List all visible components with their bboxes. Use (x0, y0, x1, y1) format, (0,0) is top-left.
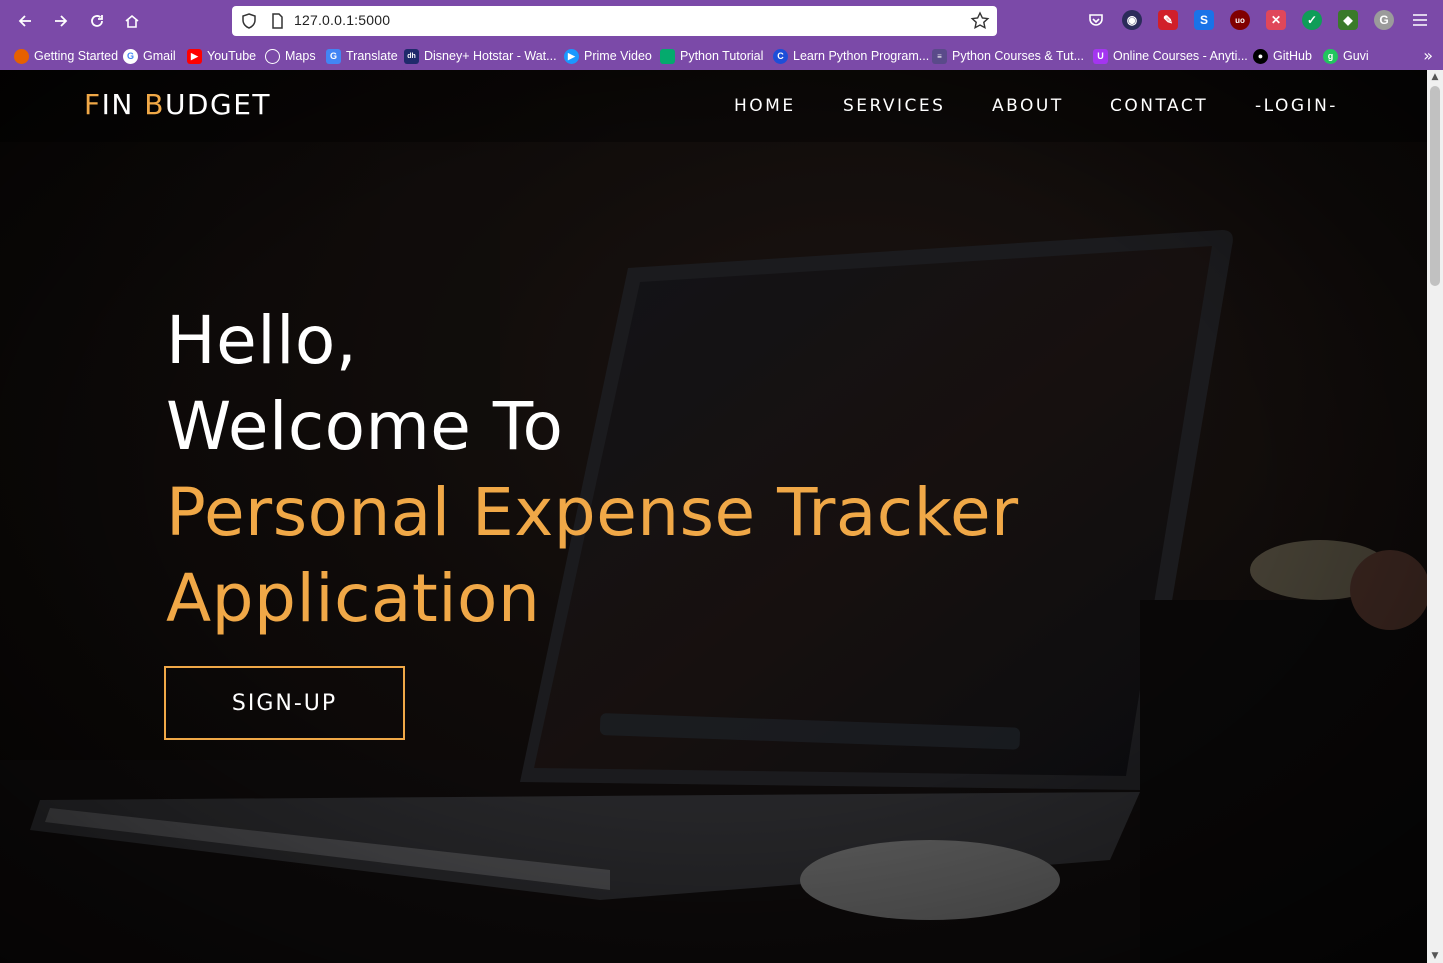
hero-line-application: Application (166, 560, 541, 637)
bookmark-guvi[interactable]: g Guvi (1323, 46, 1369, 66)
bookmarks-overflow-icon[interactable]: » (1423, 46, 1433, 65)
hero-line-hello: Hello, (166, 302, 358, 379)
url-text[interactable]: 127.0.0.1:5000 (294, 12, 390, 28)
address-bar[interactable]: 127.0.0.1:5000 (232, 6, 997, 36)
forward-icon[interactable] (48, 8, 74, 34)
extension-shield-icon[interactable]: ✓ (1302, 10, 1322, 30)
hero-line-welcome: Welcome To (166, 388, 564, 465)
bookmark-label: Disney+ Hotstar - Wat... (424, 49, 557, 63)
signup-button[interactable]: SIGN-UP (164, 666, 405, 740)
logo-letter-f: F (84, 88, 102, 121)
bookmark-label: Gmail (143, 49, 176, 63)
reload-icon[interactable] (84, 8, 110, 34)
firefox-icon (14, 48, 29, 64)
bookmark-python-tutorial[interactable]: Python Tutorial (660, 46, 763, 66)
nav-contact[interactable]: CONTACT (1110, 96, 1208, 116)
bookmarks-bar: Getting Started G Gmail ▶ YouTube Maps G Tr… (0, 42, 1443, 70)
bookmark-python-courses[interactable]: ≡ Python Courses & Tut... (932, 46, 1084, 66)
bookmark-gmail[interactable]: G Gmail (123, 46, 176, 66)
bookmark-hotstar[interactable]: dh Disney+ Hotstar - Wat... (404, 46, 557, 66)
bookmark-translate[interactable]: G Translate (326, 46, 398, 66)
extension-spy-icon[interactable]: ◉ (1122, 10, 1142, 30)
udemy-icon: U (1093, 48, 1108, 64)
bookmark-label: Learn Python Program... (793, 49, 930, 63)
bookmark-label: Getting Started (34, 49, 119, 63)
back-icon[interactable] (12, 8, 38, 34)
shield-icon[interactable] (240, 12, 258, 30)
pocket-icon[interactable] (1086, 10, 1106, 30)
extension-g-icon[interactable]: G (1374, 10, 1394, 30)
extension-x-icon[interactable]: ✕ (1266, 10, 1286, 30)
bookmark-github[interactable]: ● GitHub (1253, 46, 1312, 66)
translate-icon: G (326, 48, 341, 64)
hero-heading: Hello, Welcome To Personal Expense Track… (166, 298, 1019, 642)
bookmark-learn-python[interactable]: C Learn Python Program... (773, 46, 929, 66)
nav-login[interactable]: -LOGIN- (1255, 96, 1338, 116)
bookmark-star-icon[interactable] (969, 10, 991, 32)
logo-text-fin: IN (101, 88, 145, 121)
bookmark-maps[interactable]: Maps (265, 46, 316, 66)
youtube-icon: ▶ (187, 48, 202, 64)
bookmark-label: Guvi (1343, 49, 1369, 63)
page-info-icon[interactable] (268, 12, 286, 30)
bookmark-label: Online Courses - Anyti... (1113, 49, 1248, 63)
logo-letter-b: B (144, 88, 165, 121)
c-icon: C (773, 48, 788, 64)
bookmark-label: YouTube (207, 49, 257, 63)
nav-about[interactable]: ABOUT (992, 96, 1064, 116)
globe-icon (265, 48, 280, 64)
ublock-icon[interactable]: uo (1230, 10, 1250, 30)
menu-hamburger-icon[interactable] (1410, 10, 1430, 30)
logo-text-budget: UDGET (164, 88, 271, 121)
hotstar-icon: dh (404, 48, 419, 64)
bookmark-label: Python Tutorial (680, 49, 764, 63)
browser-toolbar: 127.0.0.1:5000 ◉ ✎ S uo ✕ ✓ ◆ G (0, 0, 1443, 41)
prime-video-icon: ▶ (564, 48, 579, 64)
site-navbar: FIN BUDGET HOME SERVICES ABOUT CONTACT -… (0, 70, 1427, 142)
home-icon[interactable] (119, 8, 145, 34)
web-page: FIN BUDGET HOME SERVICES ABOUT CONTACT -… (0, 70, 1427, 963)
bookmark-udemy[interactable]: U Online Courses - Anyti... (1093, 46, 1248, 66)
python-icon (660, 48, 675, 64)
scroll-thumb[interactable] (1430, 86, 1440, 286)
nav-home[interactable]: HOME (734, 96, 796, 116)
extension-pdf-icon[interactable]: ✎ (1158, 10, 1178, 30)
bookmark-label: GitHub (1273, 49, 1312, 63)
site-logo[interactable]: FIN BUDGET (84, 88, 271, 121)
bookmark-youtube[interactable]: ▶ YouTube (187, 46, 256, 66)
bookmark-label: Python Courses & Tut... (952, 49, 1085, 63)
bookmark-getting-started[interactable]: Getting Started (14, 46, 118, 66)
browser-chrome: 127.0.0.1:5000 ◉ ✎ S uo ✕ ✓ ◆ G Getting … (0, 0, 1443, 70)
bookmark-label: Prime Video (584, 49, 652, 63)
guvi-icon: g (1323, 48, 1338, 64)
extension-puzzle-icon[interactable]: ◆ (1338, 10, 1358, 30)
github-icon: ● (1253, 48, 1268, 64)
hero-line-app-name: Personal Expense Tracker (166, 474, 1019, 551)
google-icon: G (123, 48, 138, 64)
bookmark-label: Translate (346, 49, 398, 63)
scroll-up-arrow-icon[interactable]: ▲ (1427, 70, 1443, 84)
scroll-down-arrow-icon[interactable]: ▼ (1427, 949, 1443, 963)
extension-s-icon[interactable]: S (1194, 10, 1214, 30)
bookmark-label: Maps (285, 49, 316, 63)
page-scrollbar[interactable]: ▲ ▼ (1427, 70, 1443, 963)
nav-services[interactable]: SERVICES (843, 96, 945, 116)
bookmark-prime-video[interactable]: ▶ Prime Video (564, 46, 652, 66)
page-icon: ≡ (932, 48, 947, 64)
